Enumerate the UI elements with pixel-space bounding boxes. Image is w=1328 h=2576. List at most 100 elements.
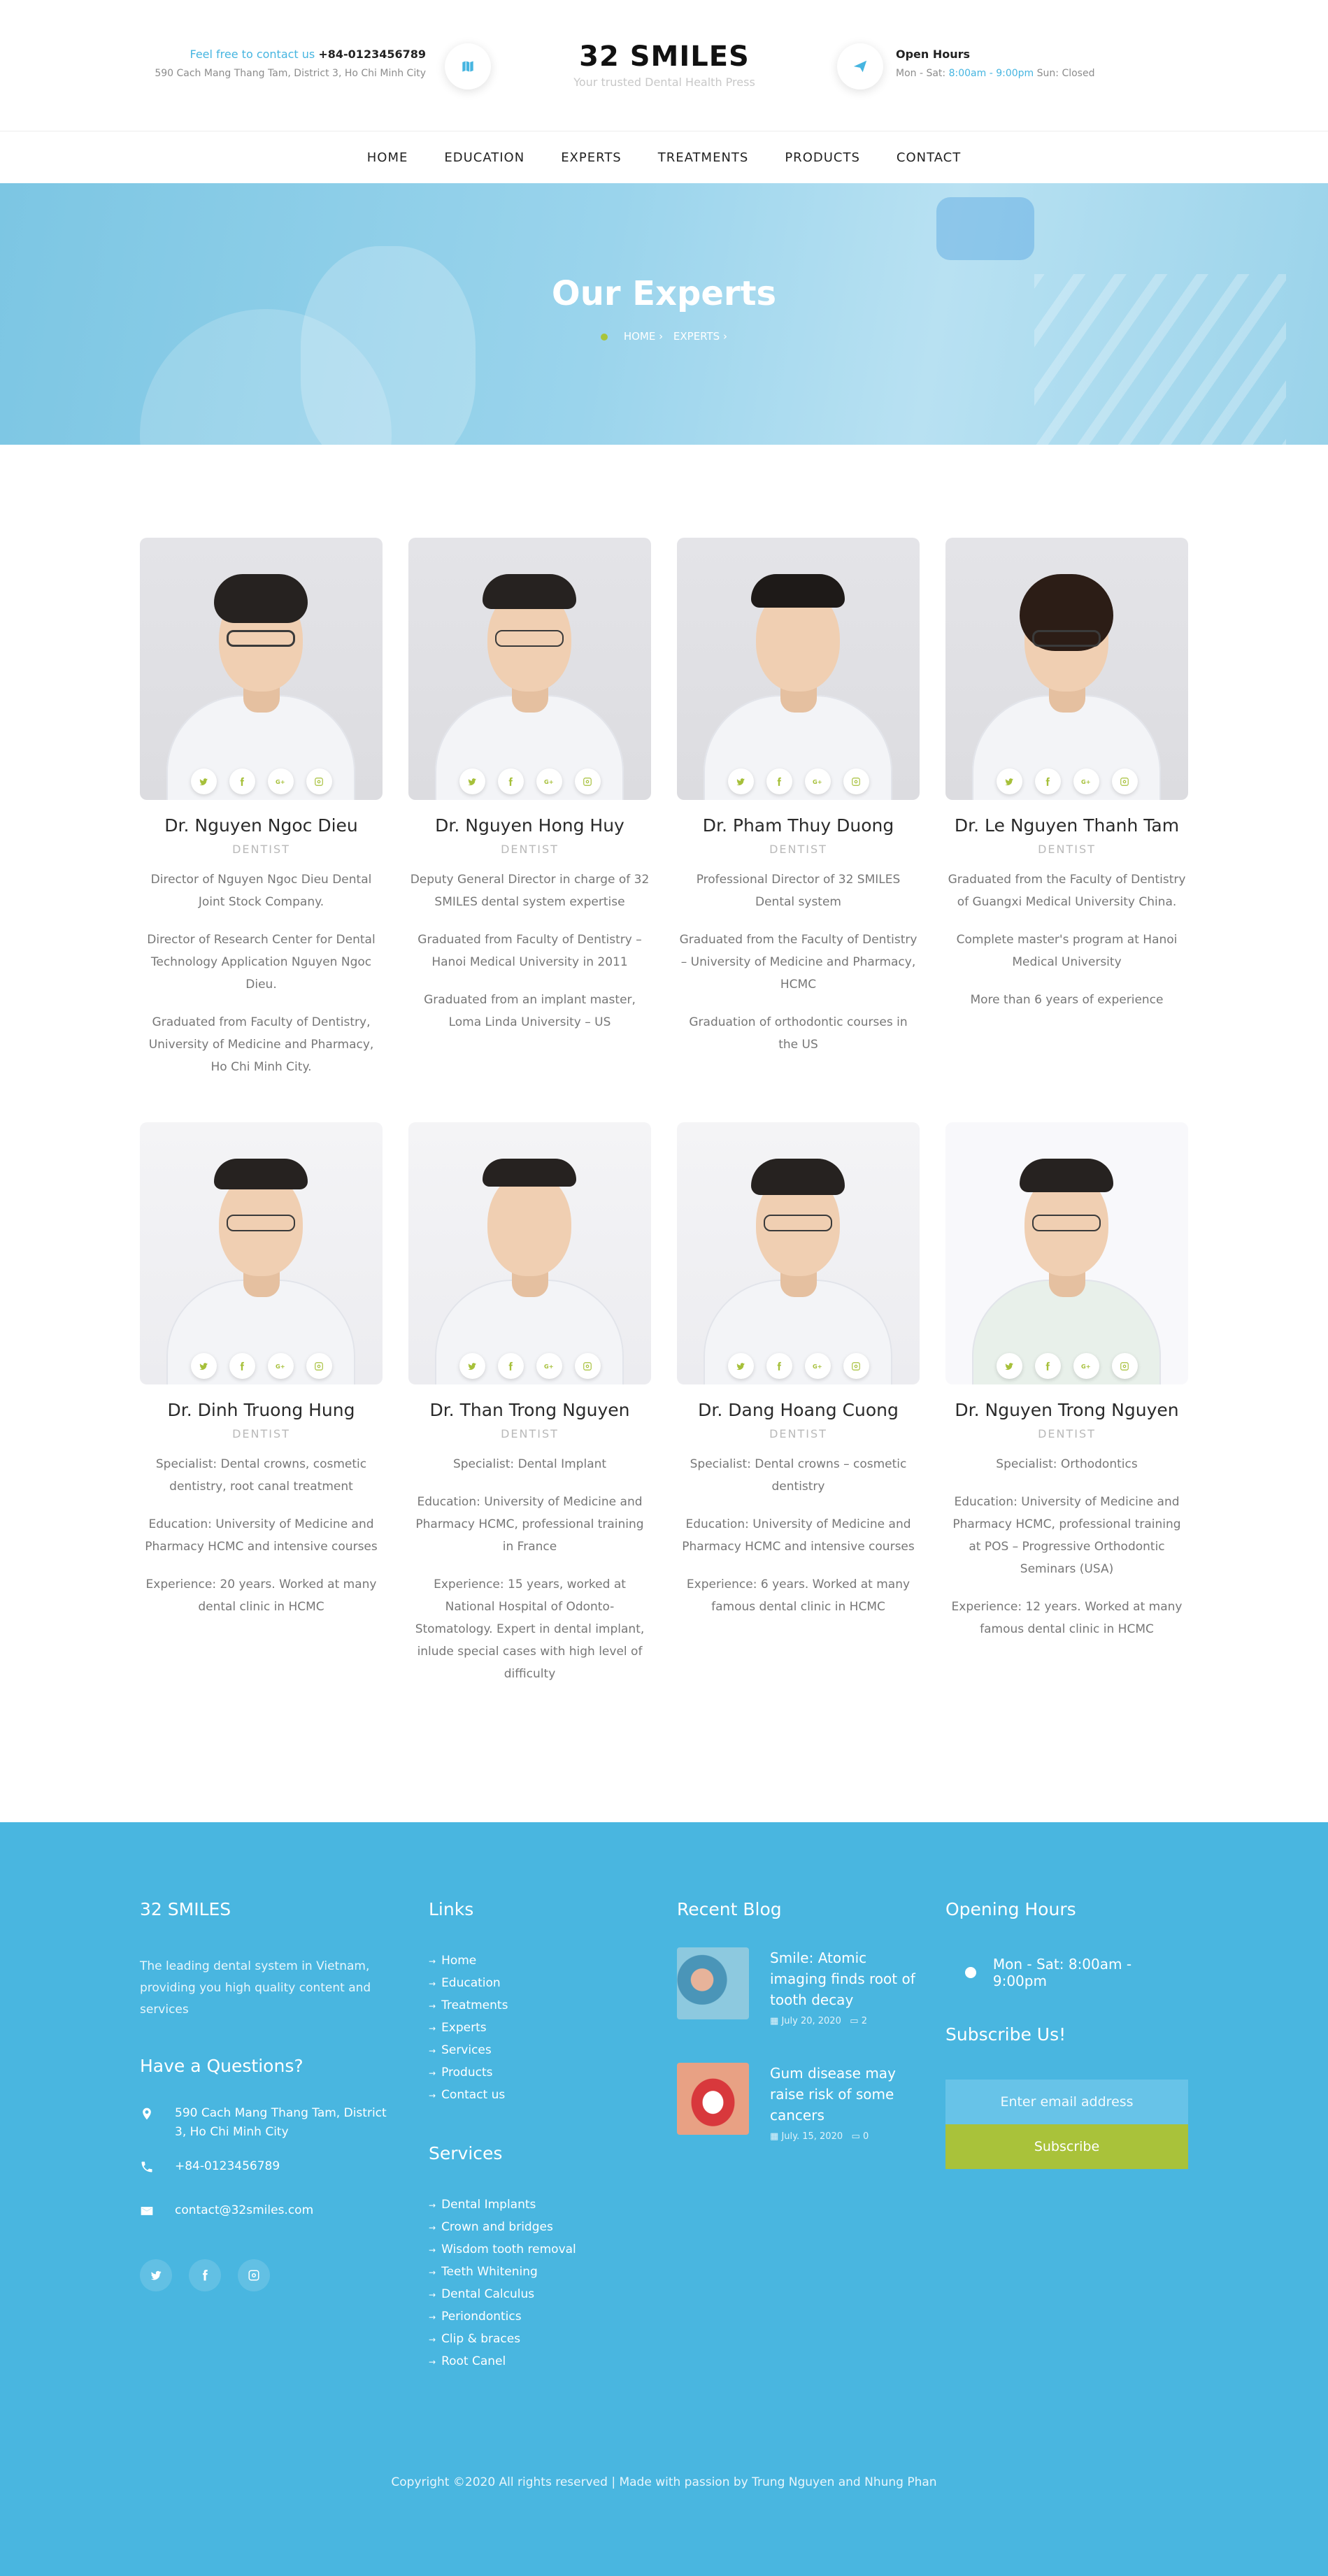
facebook-icon[interactable] xyxy=(229,1353,255,1379)
breadcrumb-home[interactable]: HOME xyxy=(624,330,656,343)
twitter-icon[interactable] xyxy=(996,768,1022,794)
footer-service-item[interactable]: → Teeth Whitening xyxy=(429,2261,638,2284)
instagram-icon[interactable] xyxy=(306,768,332,794)
expert-name[interactable]: Dr. Nguyen Ngoc Dieu xyxy=(140,815,383,836)
google-plus-icon[interactable]: G+ xyxy=(267,1353,294,1379)
svg-text:G+: G+ xyxy=(1081,1362,1091,1369)
breadcrumb-chevron-icon: › xyxy=(722,330,727,343)
google-plus-icon[interactable]: G+ xyxy=(804,1353,831,1379)
footer-service-item[interactable]: → Periondontics xyxy=(429,2306,638,2328)
footer-link-contact[interactable]: → Contact us xyxy=(429,2084,638,2107)
svg-text:G+: G+ xyxy=(1081,778,1091,785)
instagram-icon[interactable] xyxy=(574,768,601,794)
paper-plane-icon[interactable] xyxy=(837,43,883,90)
blog-post[interactable]: Smile: Atomic imaging finds root of toot… xyxy=(677,1947,920,2026)
main-nav: HOME EDUCATION EXPERTS TREATMENTS PRODUC… xyxy=(0,131,1328,183)
brand-name[interactable]: 32 SMILES xyxy=(490,41,839,73)
footer-link-treatments[interactable]: → Treatments xyxy=(429,1995,638,2017)
expert-name[interactable]: Dr. Dinh Truong Hung xyxy=(140,1400,383,1420)
expert-name[interactable]: Dr. Le Nguyen Thanh Tam xyxy=(945,815,1188,836)
nav-treatments[interactable]: TREATMENTS xyxy=(658,150,749,165)
expert-bio: Education: University of Medicine and Ph… xyxy=(415,1495,644,1554)
footer-service-item[interactable]: → Clip & braces xyxy=(429,2328,638,2351)
footer-social-links xyxy=(140,2259,392,2291)
expert-social-links: G+ xyxy=(408,768,651,794)
twitter-icon[interactable] xyxy=(190,1353,217,1379)
blog-thumbnail[interactable] xyxy=(677,2063,749,2135)
facebook-icon[interactable] xyxy=(497,768,524,794)
twitter-icon[interactable] xyxy=(459,1353,485,1379)
expert-bio: Experience: 20 years. Worked at many den… xyxy=(145,1577,377,1614)
instagram-icon[interactable] xyxy=(306,1353,332,1379)
footer-opening: Opening Hours Mon - Sat: 8:00am - 9:00pm… xyxy=(945,1899,1188,2169)
expert-social-links: G+ xyxy=(677,1353,920,1379)
footer-service-item[interactable]: → Wisdom tooth removal xyxy=(429,2239,638,2261)
blog-post-title[interactable]: Gum disease may raise risk of some cance… xyxy=(770,2063,920,2126)
brand[interactable]: 32 SMILES Your trusted Dental Health Pre… xyxy=(490,41,839,89)
facebook-icon[interactable] xyxy=(229,768,255,794)
google-plus-icon[interactable]: G+ xyxy=(536,1353,562,1379)
footer-phone[interactable]: +84-0123456789 xyxy=(175,2157,280,2176)
google-plus-icon[interactable]: G+ xyxy=(1073,1353,1099,1379)
header-phone[interactable]: +84-0123456789 xyxy=(318,48,426,61)
nav-education[interactable]: EDUCATION xyxy=(444,150,524,165)
nav-home[interactable]: HOME xyxy=(367,150,408,165)
map-icon[interactable] xyxy=(445,43,491,90)
instagram-icon[interactable] xyxy=(843,768,869,794)
facebook-icon[interactable] xyxy=(766,1353,792,1379)
expert-bio: Complete master's program at Hanoi Medic… xyxy=(956,933,1178,969)
expert-name[interactable]: Dr. Pham Thuy Duong xyxy=(677,815,920,836)
nav-products[interactable]: PRODUCTS xyxy=(785,150,860,165)
svg-text:G+: G+ xyxy=(813,1362,822,1369)
google-plus-icon[interactable]: G+ xyxy=(1073,768,1099,794)
blog-post-title[interactable]: Smile: Atomic imaging finds root of toot… xyxy=(770,1947,920,2010)
footer-link-experts[interactable]: → Experts xyxy=(429,2017,638,2040)
svg-text:G+: G+ xyxy=(544,778,554,785)
footer-service-item[interactable]: → Crown and bridges xyxy=(429,2217,638,2239)
blog-post[interactable]: Gum disease may raise risk of some cance… xyxy=(677,2063,920,2142)
google-plus-icon[interactable]: G+ xyxy=(804,768,831,794)
twitter-icon[interactable] xyxy=(459,768,485,794)
expert-name[interactable]: Dr. Dang Hoang Cuong xyxy=(677,1400,920,1420)
expert-social-links: G+ xyxy=(677,768,920,794)
facebook-icon[interactable] xyxy=(189,2259,221,2291)
google-plus-icon[interactable]: G+ xyxy=(267,768,294,794)
breadcrumb-sep-icon: › xyxy=(659,330,666,343)
twitter-icon[interactable] xyxy=(727,768,754,794)
nav-contact[interactable]: CONTACT xyxy=(897,150,961,165)
footer-services-list: → Dental Implants → Crown and bridges → Wis… xyxy=(429,2194,638,2373)
open-hours-line: Mon - Sat: 8:00am - 9:00pm Sun: Closed xyxy=(896,68,1094,79)
twitter-icon[interactable] xyxy=(190,768,217,794)
expert-name[interactable]: Dr. Nguyen Trong Nguyen xyxy=(945,1400,1188,1420)
subscribe-button[interactable]: Subscribe xyxy=(945,2124,1188,2169)
expert-name[interactable]: Dr. Than Trong Nguyen xyxy=(408,1400,651,1420)
facebook-icon[interactable] xyxy=(497,1353,524,1379)
footer-link-home[interactable]: → Home xyxy=(429,1950,638,1973)
expert-social-links: G+ xyxy=(408,1353,651,1379)
twitter-icon[interactable] xyxy=(727,1353,754,1379)
facebook-icon[interactable] xyxy=(1034,768,1061,794)
facebook-icon[interactable] xyxy=(766,768,792,794)
instagram-icon[interactable] xyxy=(843,1353,869,1379)
subscribe-email-input[interactable] xyxy=(945,2080,1188,2124)
twitter-icon[interactable] xyxy=(996,1353,1022,1379)
google-plus-icon[interactable]: G+ xyxy=(536,768,562,794)
facebook-icon[interactable] xyxy=(1034,1353,1061,1379)
footer-service-item[interactable]: → Dental Implants xyxy=(429,2194,638,2217)
instagram-icon[interactable] xyxy=(1111,768,1138,794)
expert-bio: Graduated from the Faculty of Dentistry … xyxy=(679,933,918,992)
expert-name[interactable]: Dr. Nguyen Hong Huy xyxy=(408,815,651,836)
footer-link-education[interactable]: → Education xyxy=(429,1973,638,1995)
footer-service-item[interactable]: → Root Canel xyxy=(429,2351,638,2373)
twitter-icon[interactable] xyxy=(140,2259,172,2291)
footer-link-services[interactable]: → Services xyxy=(429,2040,638,2062)
footer-service-item[interactable]: → Dental Calculus xyxy=(429,2284,638,2306)
expert-photo: G+ xyxy=(408,538,651,800)
instagram-icon[interactable] xyxy=(238,2259,270,2291)
footer-link-products[interactable]: → Products xyxy=(429,2062,638,2084)
instagram-icon[interactable] xyxy=(1111,1353,1138,1379)
instagram-icon[interactable] xyxy=(574,1353,601,1379)
blog-thumbnail[interactable] xyxy=(677,1947,749,2019)
nav-experts[interactable]: EXPERTS xyxy=(561,150,622,165)
footer-email[interactable]: contact@32smiles.com xyxy=(175,2201,313,2220)
